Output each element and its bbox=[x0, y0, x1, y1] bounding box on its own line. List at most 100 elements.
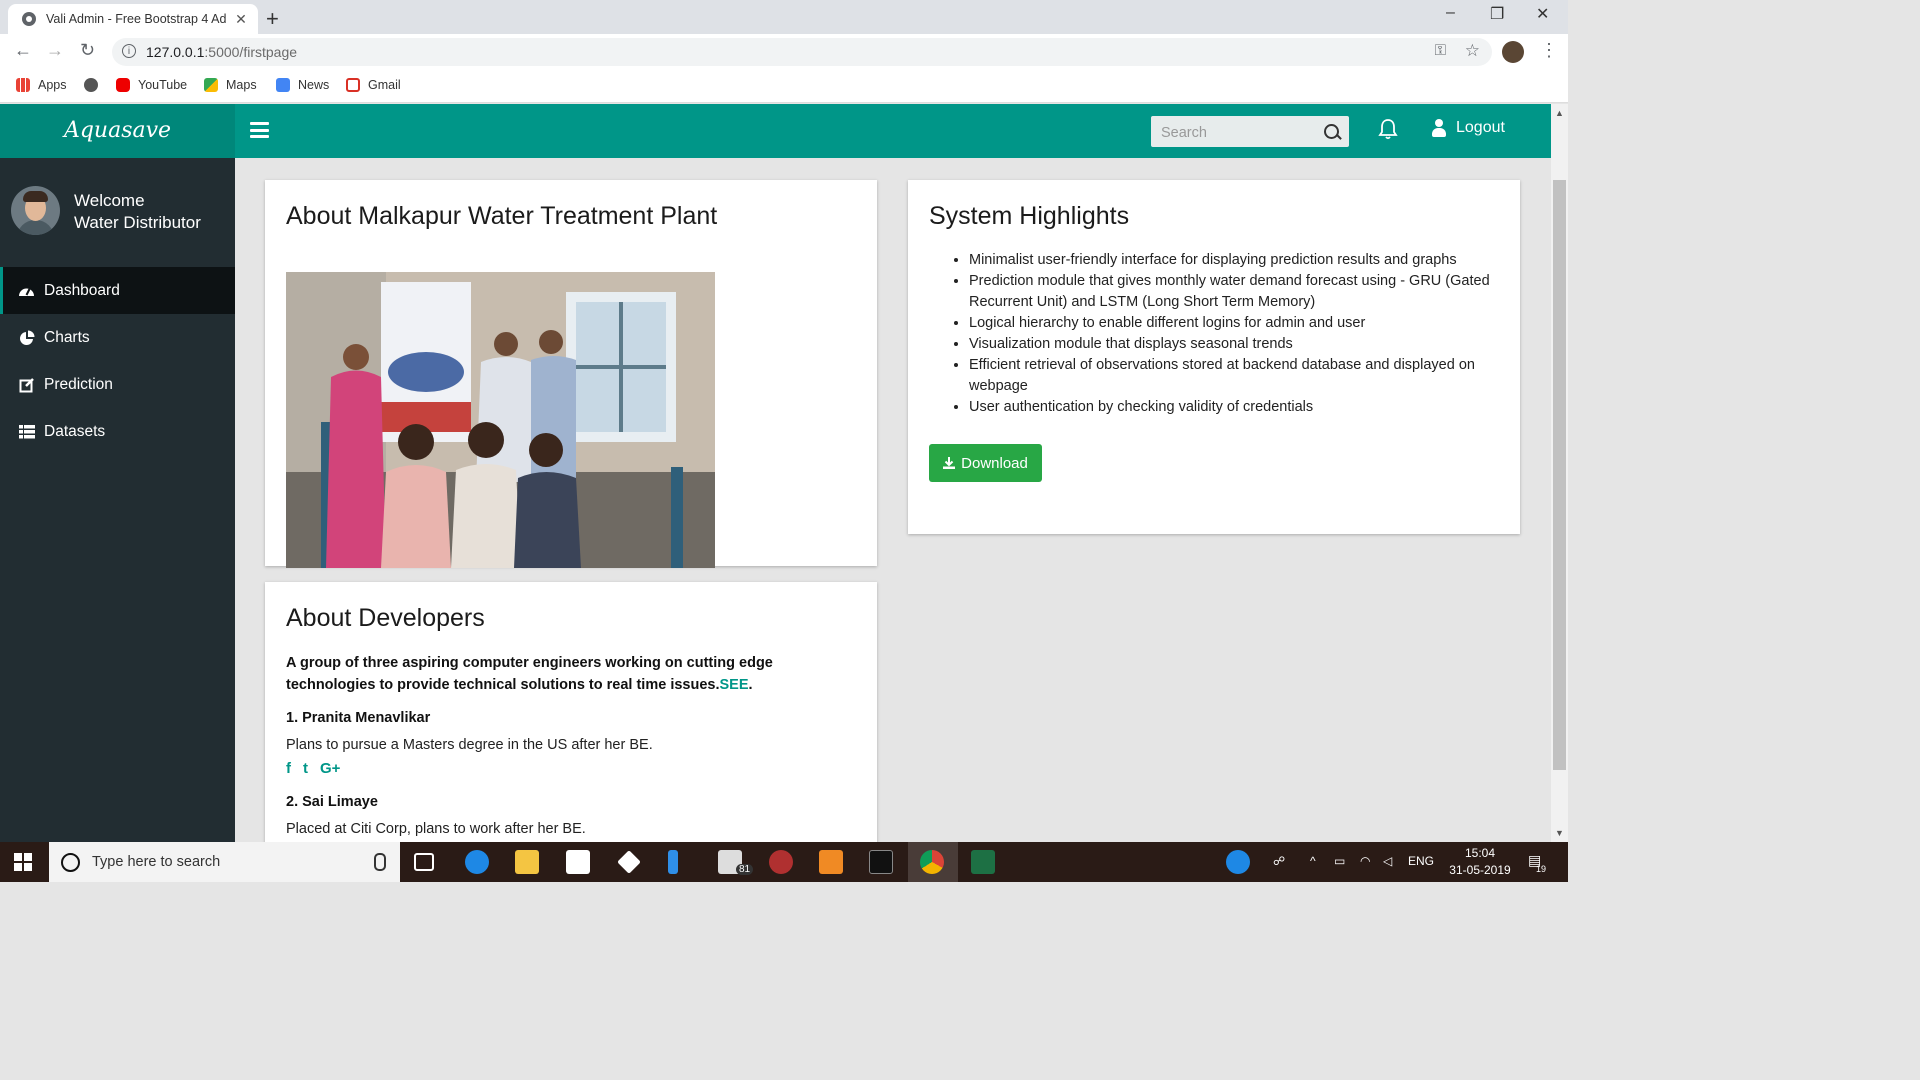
sidebar-item-label: Prediction bbox=[44, 375, 113, 393]
sidebar-item-label: Dashboard bbox=[44, 281, 120, 299]
globe-icon bbox=[84, 78, 98, 92]
close-tab-icon[interactable]: ✕ bbox=[232, 11, 250, 28]
logout-button[interactable]: Logout bbox=[1432, 119, 1505, 137]
bell-icon[interactable] bbox=[1378, 118, 1398, 140]
chrome-icon[interactable] bbox=[920, 850, 944, 874]
app-header: Aquasave Logout bbox=[0, 104, 1551, 158]
network-app-icon[interactable] bbox=[769, 850, 793, 874]
edge-icon[interactable] bbox=[465, 850, 489, 874]
google-plus-icon[interactable]: G+ bbox=[320, 760, 340, 777]
apps-grid-icon bbox=[16, 78, 30, 92]
people-icon[interactable]: ☍ bbox=[1273, 854, 1285, 868]
minimize-icon[interactable]: – bbox=[1446, 4, 1455, 22]
plant-card: About Malkapur Water Treatment Plant bbox=[265, 180, 877, 568]
search-input[interactable] bbox=[1151, 116, 1323, 149]
list-item: Visualization module that displays seaso… bbox=[969, 334, 1509, 355]
bookmark-globe[interactable] bbox=[84, 78, 106, 92]
bookmark-star-icon[interactable]: ☆ bbox=[1465, 41, 1480, 61]
app-logo[interactable]: Aquasave bbox=[0, 104, 235, 158]
highlights-title: System Highlights bbox=[929, 202, 1130, 230]
bookmark-news[interactable]: News bbox=[276, 78, 329, 92]
bookmark-gmail[interactable]: Gmail bbox=[346, 78, 401, 92]
help-icon[interactable] bbox=[1226, 850, 1250, 874]
bookmark-label: YouTube bbox=[138, 78, 188, 92]
list-item: Prediction module that gives monthly wat… bbox=[969, 271, 1509, 313]
news-icon bbox=[276, 78, 290, 92]
browser-menu-icon[interactable]: ⋮ bbox=[1540, 40, 1558, 61]
cortana-icon bbox=[61, 852, 80, 872]
tab-title: Vali Admin - Free Bootstrap 4 Ad bbox=[46, 12, 227, 26]
url-text[interactable]: 127.0.0.1:5000/firstpage bbox=[146, 44, 297, 60]
highlights-list: Minimalist user-friendly interface for d… bbox=[949, 250, 1509, 418]
social-links: f t G+ bbox=[286, 760, 352, 777]
page-scrollbar[interactable]: ▲ ▼ bbox=[1551, 104, 1568, 842]
wifi-icon[interactable]: ◠ bbox=[1360, 854, 1370, 868]
back-icon[interactable]: ← bbox=[14, 40, 32, 61]
avatar bbox=[11, 186, 60, 235]
scrollbar-thumb[interactable] bbox=[1553, 180, 1566, 770]
taskbar-clock[interactable]: 15:04 31-05-2019 bbox=[1446, 845, 1514, 879]
sidebar-item-label: Charts bbox=[44, 328, 90, 346]
search-icon[interactable] bbox=[1324, 124, 1339, 139]
excel-icon[interactable] bbox=[971, 850, 995, 874]
volume-icon[interactable]: ◁ bbox=[1383, 854, 1392, 868]
youtube-icon bbox=[116, 78, 130, 92]
vscode-icon[interactable] bbox=[668, 850, 678, 874]
bookmark-youtube[interactable]: YouTube bbox=[116, 78, 187, 92]
sidebar-item-charts[interactable]: Charts bbox=[0, 314, 235, 361]
sidebar-item-dashboard[interactable]: Dashboard bbox=[0, 267, 235, 314]
developers-title: About Developers bbox=[286, 604, 485, 632]
sidebar-toggle-icon[interactable] bbox=[250, 122, 269, 138]
new-tab-icon[interactable]: + bbox=[266, 6, 279, 32]
sidebar: Welcome Water Distributor Dashboard Char… bbox=[0, 158, 235, 842]
logout-label: Logout bbox=[1456, 119, 1505, 136]
scroll-up-icon[interactable]: ▲ bbox=[1555, 108, 1564, 118]
welcome-text: Welcome Water Distributor bbox=[74, 190, 201, 234]
close-window-icon[interactable]: ✕ bbox=[1536, 4, 1549, 24]
clock-time: 15:04 bbox=[1464, 846, 1496, 860]
user-icon bbox=[1432, 119, 1446, 137]
sidebar-item-prediction[interactable]: Prediction bbox=[0, 361, 235, 408]
facebook-icon[interactable]: f bbox=[286, 760, 291, 777]
notification-count: 19 bbox=[1536, 864, 1547, 874]
taskbar-search[interactable]: Type here to search bbox=[49, 842, 400, 882]
scroll-down-icon[interactable]: ▼ bbox=[1555, 828, 1564, 838]
store-icon[interactable] bbox=[566, 850, 590, 874]
plant-team-photo bbox=[286, 272, 715, 568]
windows-start-icon[interactable] bbox=[14, 853, 32, 871]
pie-chart-icon bbox=[18, 329, 35, 346]
language-indicator[interactable]: ENG bbox=[1408, 854, 1434, 868]
sidebar-item-datasets[interactable]: Datasets bbox=[0, 408, 235, 455]
browser-nav-bar: ← → ↻ i 127.0.0.1:5000/firstpage ⚿ ☆ ⋮ bbox=[0, 34, 1568, 70]
sidebar-menu: Dashboard Charts Prediction Datasets bbox=[0, 267, 235, 455]
bookmarks-bar: Apps YouTube Maps News Gmail bbox=[0, 70, 1568, 103]
maximize-icon[interactable]: ❐ bbox=[1490, 4, 1504, 24]
download-button[interactable]: Download bbox=[929, 444, 1042, 482]
site-info-icon[interactable]: i bbox=[122, 44, 136, 58]
key-icon[interactable]: ⚿ bbox=[1435, 42, 1446, 59]
list-item: Efficient retrieval of observations stor… bbox=[969, 355, 1509, 397]
twitter-icon[interactable]: t bbox=[303, 760, 308, 777]
developer-desc: Plans to pursue a Masters degree in the … bbox=[286, 737, 653, 753]
file-explorer-icon[interactable] bbox=[515, 850, 539, 874]
bookmark-label: News bbox=[298, 78, 330, 92]
task-view-icon[interactable] bbox=[414, 853, 434, 871]
see-link[interactable]: SEE bbox=[720, 677, 749, 693]
sublime-icon[interactable] bbox=[819, 850, 843, 874]
address-bar[interactable]: i 127.0.0.1:5000/firstpage ⚿ ☆ bbox=[112, 38, 1492, 66]
show-hidden-icons-icon[interactable]: ^ bbox=[1310, 854, 1316, 868]
bookmark-label: Maps bbox=[226, 78, 257, 92]
forward-icon[interactable]: → bbox=[46, 40, 64, 61]
dropbox-icon[interactable] bbox=[617, 850, 641, 874]
bookmark-apps[interactable]: Apps bbox=[16, 78, 67, 92]
battery-icon[interactable]: ▭ bbox=[1334, 854, 1345, 868]
reload-icon[interactable]: ↻ bbox=[80, 40, 95, 61]
terminal-icon[interactable] bbox=[869, 850, 893, 874]
mail-badge: 81 bbox=[736, 864, 754, 875]
profile-avatar[interactable] bbox=[1502, 41, 1524, 63]
bookmark-maps[interactable]: Maps bbox=[204, 78, 257, 92]
browser-tab[interactable]: Vali Admin - Free Bootstrap 4 Ad ✕ bbox=[8, 4, 258, 34]
download-icon bbox=[943, 457, 956, 469]
microphone-icon[interactable] bbox=[374, 853, 386, 871]
intro-period: . bbox=[748, 677, 753, 693]
